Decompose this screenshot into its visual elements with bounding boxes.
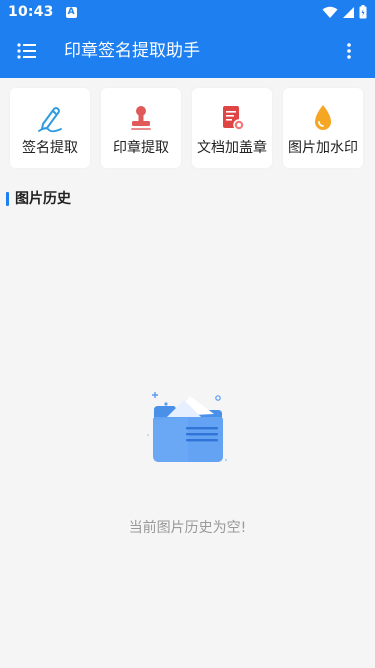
app-title: 印章签名提取助手 [64, 41, 200, 61]
stamp-icon [131, 106, 151, 130]
status-bar: 10:43 A [0, 0, 375, 24]
empty-state-text: 当前图片历史为空! [128, 520, 247, 536]
status-time: 10:43 [8, 4, 54, 20]
tool-label: 签名提取 [22, 140, 78, 156]
app-bar: 印章签名提取助手 [0, 24, 375, 78]
tool-label: 图片加水印 [288, 140, 358, 156]
document-stamp-icon [223, 106, 245, 131]
wifi-icon [322, 6, 338, 18]
notification-icon: A [65, 6, 77, 18]
signature-pen-icon [38, 107, 62, 133]
empty-folder-icon [147, 392, 228, 462]
section-accent-bar [6, 192, 9, 206]
tool-image-watermark[interactable]: 图片加水印 [283, 88, 363, 168]
watermark-drop-icon [315, 105, 331, 130]
more-vert-icon[interactable] [339, 41, 359, 61]
tool-label: 文档加盖章 [197, 140, 267, 156]
status-icons [322, 5, 367, 19]
tool-stamp-extract[interactable]: 印章提取 [101, 88, 181, 168]
section-title: 图片历史 [15, 191, 71, 207]
menu-list-icon[interactable] [16, 41, 38, 61]
tool-label: 印章提取 [113, 140, 169, 156]
tool-document-stamp[interactable]: 文档加盖章 [192, 88, 272, 168]
signal-icon [343, 6, 354, 18]
tool-grid: 签名提取 印章提取 文档加盖章 图片加水印 [10, 88, 365, 168]
tool-signature-extract[interactable]: 签名提取 [10, 88, 90, 168]
battery-icon [359, 5, 367, 19]
